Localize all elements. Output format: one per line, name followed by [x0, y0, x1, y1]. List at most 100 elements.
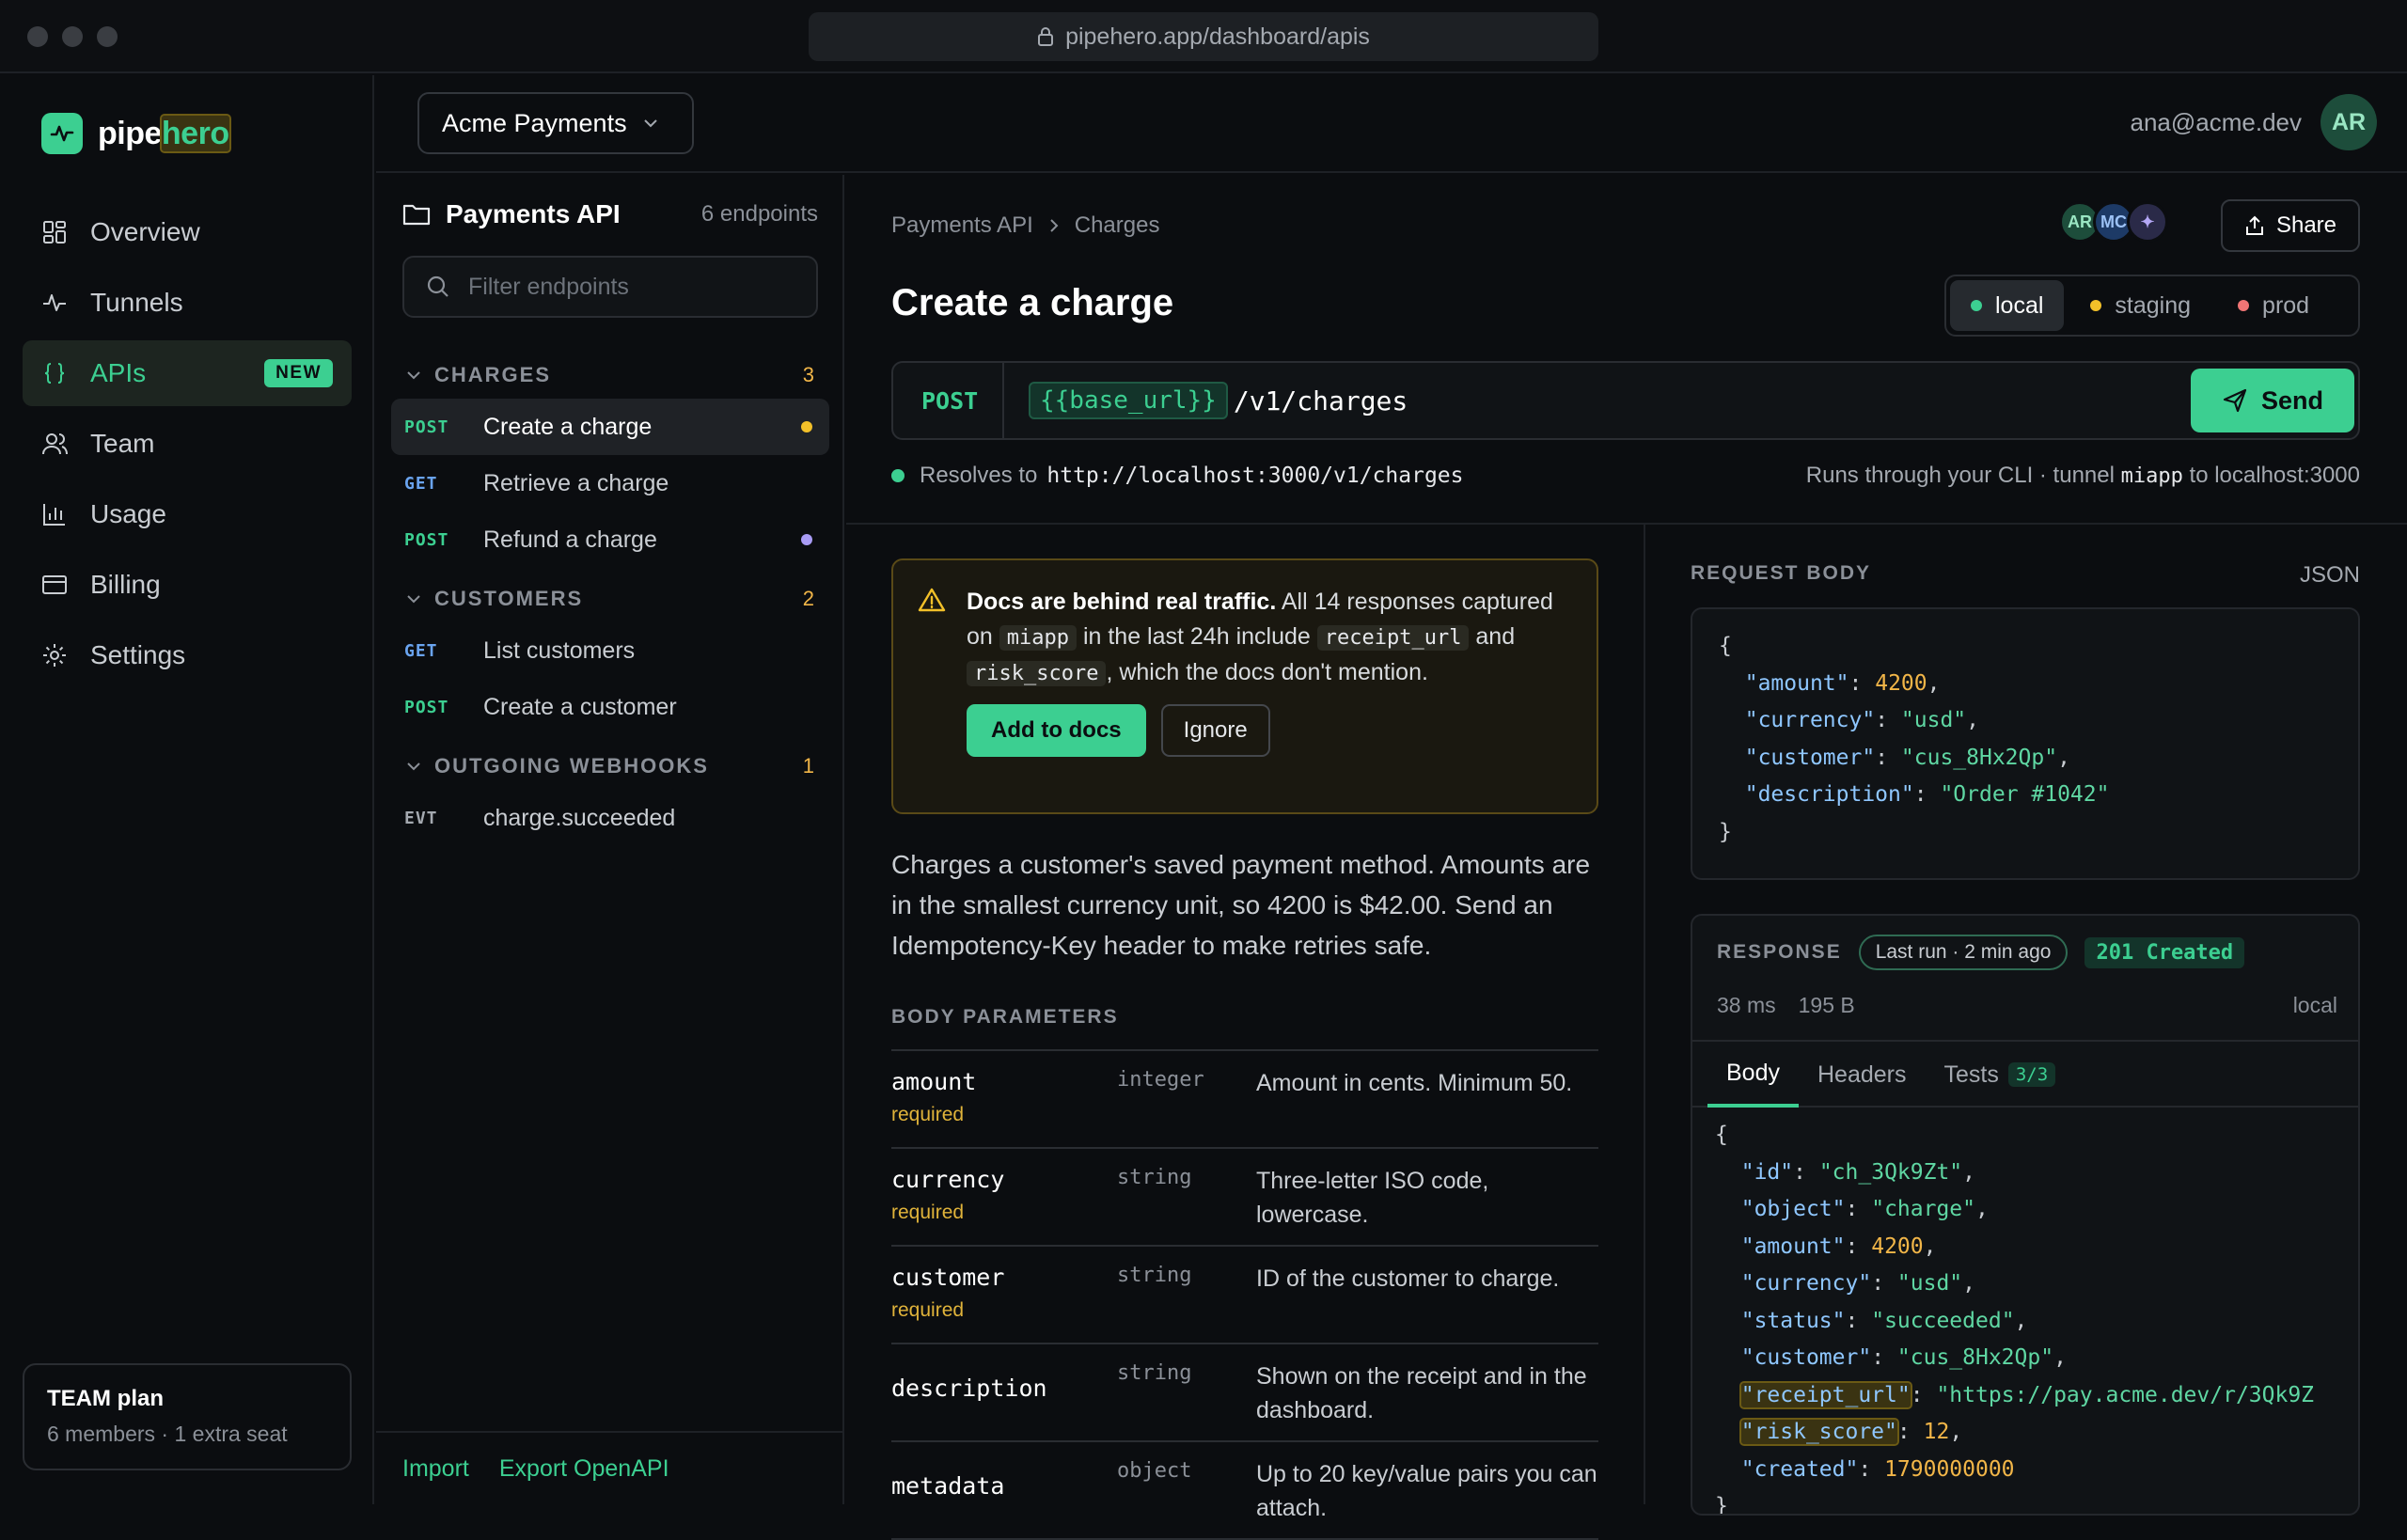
endpoint-detail: Payments API Charges AR MC ✦ Share Creat…: [846, 175, 2407, 1540]
response-panel: RESPONSE Last run · 2 min ago 201 Create…: [1691, 914, 2360, 1516]
tests-count: 3/3: [2007, 1062, 2056, 1087]
top-bar: Acme Payments ana@acme.dev AR: [376, 75, 2407, 173]
last-run-pill: Last run · 2 min ago: [1858, 935, 2069, 970]
env-tab-staging[interactable]: staging: [2069, 280, 2211, 331]
endpoint-item[interactable]: POST Create a charge: [391, 399, 829, 455]
endpoint-groups: CHARGES 3 POST Create a charge GET Retri…: [391, 344, 829, 846]
nav-item-team[interactable]: Team: [23, 411, 352, 477]
collaborators: AR MC ✦: [2059, 201, 2168, 243]
workspace-selector[interactable]: Acme Payments: [417, 92, 694, 154]
endpoint-item[interactable]: POST Create a customer: [391, 679, 829, 735]
send-button[interactable]: Send: [2191, 369, 2354, 432]
nav-item-apis[interactable]: APIs NEW: [23, 340, 352, 406]
group-charges[interactable]: CHARGES 3: [391, 352, 829, 399]
import-link[interactable]: Import: [402, 1455, 469, 1483]
undocumented-field-highlight: "risk_score": [1738, 1418, 1899, 1446]
tab-tests[interactable]: Tests 3/3: [1925, 1042, 2074, 1108]
endpoint-label: Create a charge: [483, 413, 653, 440]
environment-switcher: local staging prod: [1944, 275, 2360, 337]
brand-logo[interactable]: pipehero: [41, 113, 231, 154]
filter-placeholder: Filter endpoints: [468, 273, 629, 300]
export-openapi-link[interactable]: Export OpenAPI: [499, 1455, 669, 1483]
status-dot: [891, 469, 905, 482]
breadcrumb-item[interactable]: Charges: [1075, 212, 1160, 239]
workspace-name: Acme Payments: [442, 108, 627, 137]
docs-drift-alert: Docs are behind real traffic. All 14 res…: [891, 558, 1598, 814]
avatar[interactable]: AR: [2320, 94, 2377, 150]
users-icon: [42, 433, 68, 455]
window-controls: [27, 26, 118, 47]
request-body-editor[interactable]: { "amount": 4200, "currency": "usd", "cu…: [1691, 607, 2360, 880]
env-dot: [2090, 300, 2102, 311]
request-body-header: REQUEST BODY JSON: [1691, 562, 2360, 589]
minimize-window-button[interactable]: [62, 26, 83, 47]
endpoint-label: Refund a charge: [483, 526, 657, 553]
body-format[interactable]: JSON: [2300, 562, 2360, 589]
env-tab-prod[interactable]: prod: [2217, 280, 2330, 331]
method-badge: POST: [404, 697, 449, 717]
request-method[interactable]: POST: [893, 363, 1004, 438]
param-row: customer required string ID of the custo…: [891, 1247, 1598, 1344]
param-row: currency required string Three-letter IS…: [891, 1149, 1598, 1247]
body-parameters-heading: BODY PARAMETERS: [891, 1006, 1119, 1028]
env-dot: [2238, 300, 2250, 311]
env-tab-local[interactable]: local: [1950, 280, 2065, 331]
page-title: Create a charge: [891, 282, 1174, 323]
tab-body[interactable]: Body: [1707, 1042, 1799, 1108]
tab-headers[interactable]: Headers: [1799, 1042, 1926, 1108]
param-row: metadata object Up to 20 key/value pairs…: [891, 1442, 1598, 1540]
response-time: 38 ms: [1717, 993, 1776, 1017]
nav-item-usage[interactable]: Usage: [23, 481, 352, 547]
resolve-info: Resolves to http://localhost:3000/v1/cha…: [891, 463, 2360, 489]
chevron-down-icon: [407, 762, 420, 771]
group-customers[interactable]: CUSTOMERS 2: [391, 575, 829, 622]
braces-icon: [44, 363, 65, 384]
nav-item-settings[interactable]: Settings: [23, 622, 352, 688]
endpoint-item[interactable]: POST Refund a charge: [391, 511, 829, 568]
ignore-button[interactable]: Ignore: [1160, 704, 1270, 757]
chevron-right-icon: [1050, 219, 1059, 232]
request-url-bar[interactable]: POST {{base_url}} /v1/charges Send: [891, 361, 2360, 440]
chevron-down-icon: [643, 119, 657, 128]
nav-item-billing[interactable]: Billing: [23, 552, 352, 618]
endpoint-item[interactable]: GET List customers: [391, 622, 829, 679]
group-outgoing-webhooks[interactable]: OUTGOING WEBHOOKS 1: [391, 743, 829, 790]
send-icon: [2223, 388, 2247, 413]
filter-endpoints-input[interactable]: Filter endpoints: [402, 256, 818, 318]
env-dot: [1971, 300, 1982, 311]
address-bar[interactable]: pipehero.app/dashboard/apis: [809, 12, 1598, 61]
user-menu[interactable]: ana@acme.dev AR: [2131, 94, 2377, 150]
base-url-variable[interactable]: {{base_url}}: [1029, 382, 1228, 419]
tunnel-info: Runs through your CLI · tunnel miapp to …: [1805, 463, 2360, 488]
plan-subtitle: 6 members · 1 extra seat: [47, 1422, 288, 1446]
endpoint-panel-header: Payments API 6 endpoints: [402, 199, 818, 229]
nav-item-overview[interactable]: Overview: [23, 199, 352, 265]
warning-icon: [918, 588, 946, 612]
response-env: local: [2292, 993, 2337, 1017]
request-path[interactable]: /v1/charges: [1234, 385, 1408, 416]
response-body-json: { "id": "ch_3Qk9Zt", "object": "charge",…: [1715, 1123, 2315, 1516]
endpoint-label: Retrieve a charge: [483, 469, 669, 496]
bar-chart-icon: [43, 504, 65, 526]
maximize-window-button[interactable]: [97, 26, 118, 47]
add-to-docs-button[interactable]: Add to docs: [967, 704, 1146, 757]
share-button[interactable]: Share: [2221, 199, 2360, 252]
endpoint-label: List customers: [483, 636, 636, 664]
plan-title: TEAM plan: [47, 1386, 164, 1411]
response-header: RESPONSE Last run · 2 min ago 201 Create…: [1717, 935, 2337, 970]
plan-card[interactable]: TEAM plan 6 members · 1 extra seat: [23, 1363, 352, 1470]
nav-item-tunnels[interactable]: Tunnels: [23, 270, 352, 336]
chevron-down-icon: [407, 595, 420, 604]
sidebar: pipehero Overview Tunnels APIs NEW Team …: [0, 75, 374, 1504]
endpoint-item[interactable]: GET Retrieve a charge: [391, 455, 829, 511]
lock-icon: [1038, 27, 1054, 46]
response-tabs: Body Headers Tests 3/3: [1692, 1040, 2358, 1108]
method-badge: GET: [404, 640, 438, 661]
endpoint-label: charge.succeeded: [483, 804, 676, 831]
endpoint-item[interactable]: EVT charge.succeeded: [391, 790, 829, 846]
endpoint-count: 6 endpoints: [700, 201, 818, 227]
breadcrumb-item[interactable]: Payments API: [891, 212, 1033, 239]
request-body-json: { "amount": 4200, "currency": "usd", "cu…: [1719, 634, 2110, 844]
ai-assistant-avatar[interactable]: ✦: [2127, 201, 2168, 243]
close-window-button[interactable]: [27, 26, 48, 47]
